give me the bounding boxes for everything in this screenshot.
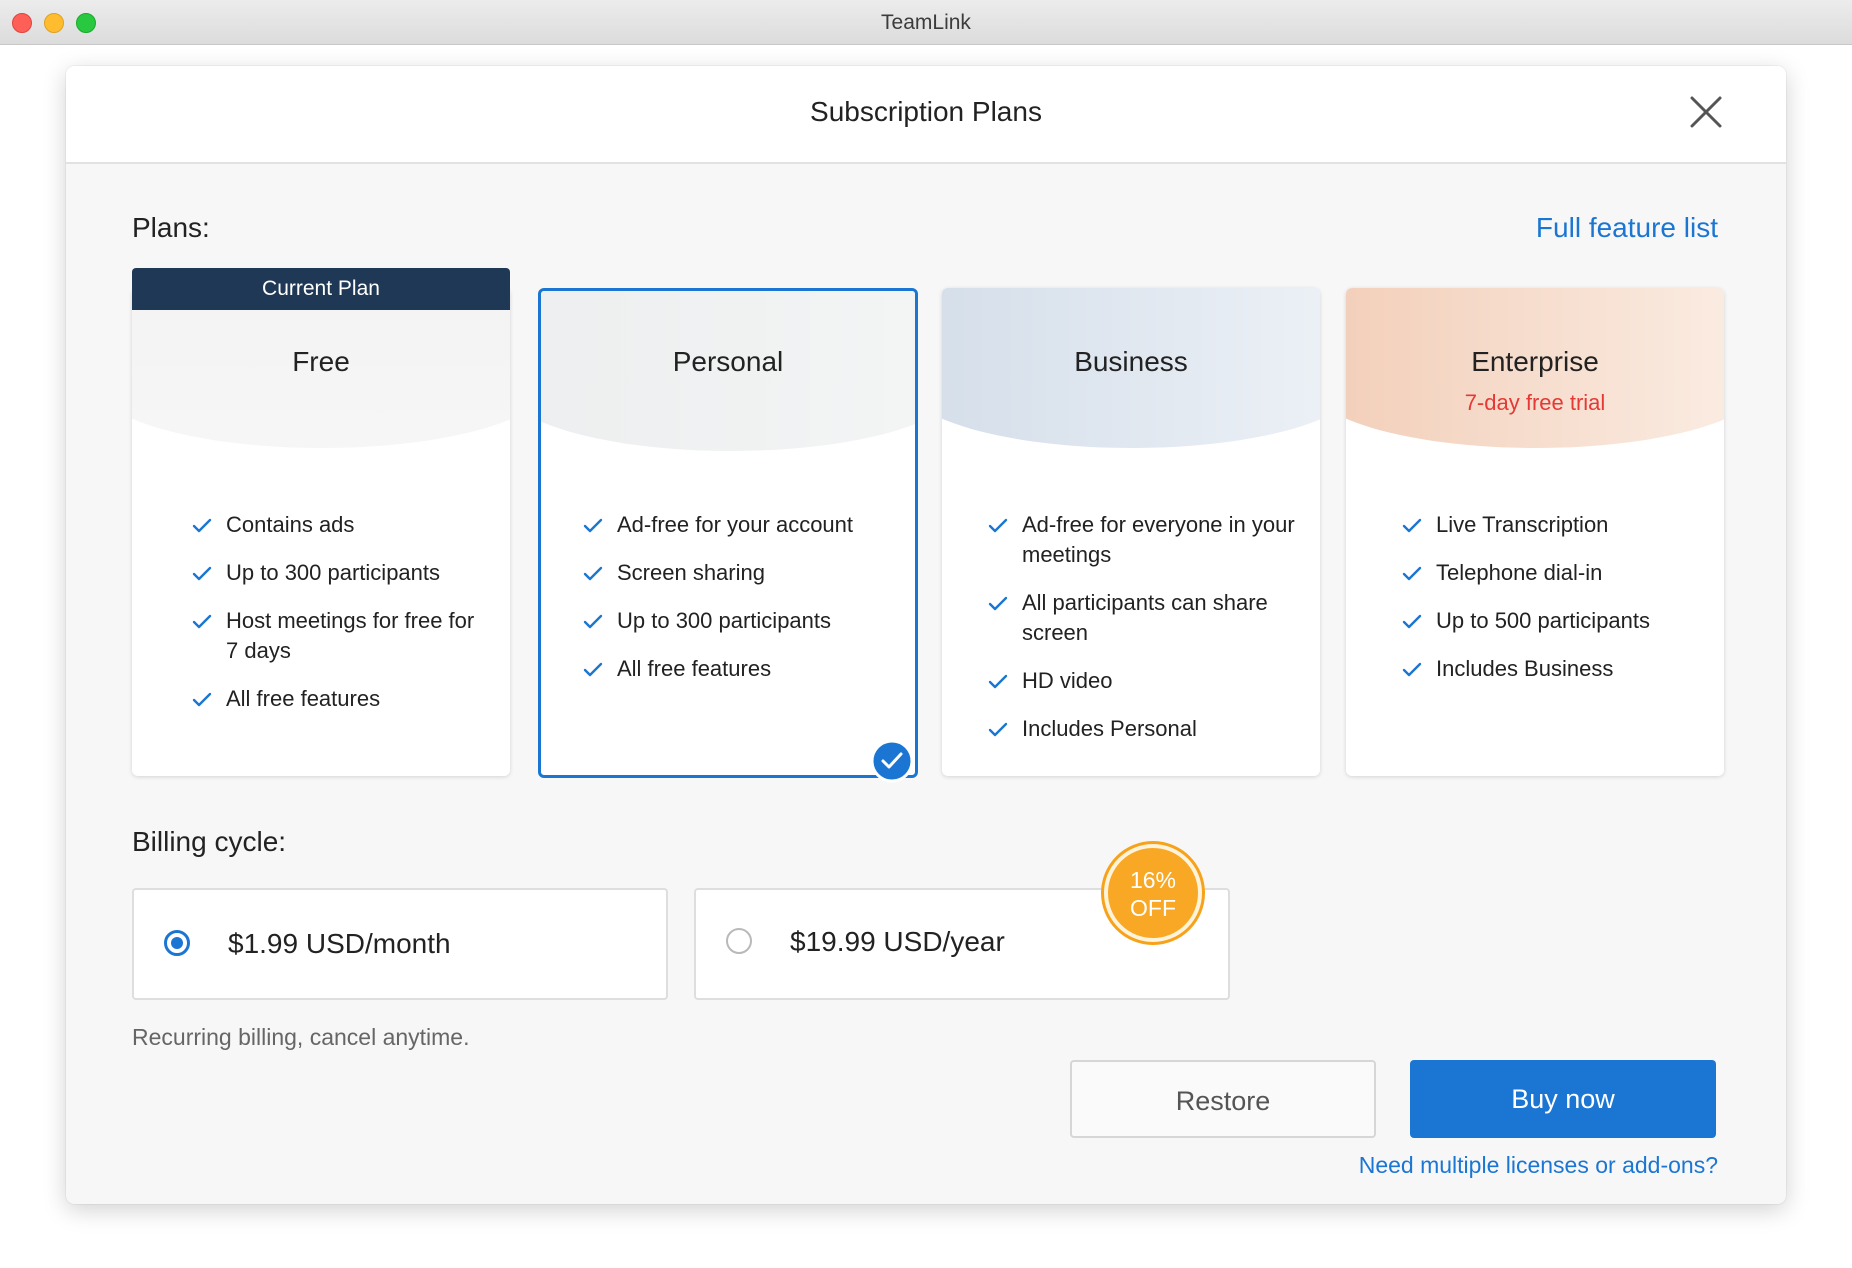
- billing-option-monthly[interactable]: $1.99 USD/month: [132, 888, 668, 1000]
- yearly-unit: USD/year: [883, 926, 1005, 957]
- plan-name: Business: [1074, 346, 1188, 377]
- feature-text: Ad-free for your account: [617, 512, 854, 537]
- feature-text: All free features: [226, 686, 381, 711]
- check-icon: [1402, 518, 1422, 533]
- feature-list: Contains ads Up to 300 participants Host m…: [192, 510, 492, 732]
- feature-item: Ad-free for everyone in your meetings: [988, 510, 1298, 570]
- feature-text: Up to 300 participants: [226, 560, 441, 585]
- feature-text: Includes Business: [1436, 656, 1614, 681]
- billing-cycle-label: Billing cycle:: [132, 826, 287, 857]
- check-icon: [1402, 566, 1422, 581]
- selected-check-icon: [870, 739, 914, 788]
- check-icon: [1402, 662, 1422, 677]
- subscription-dialog: Subscription Plans Plans: Full feature l…: [66, 66, 1786, 1204]
- feature-item: Up to 500 participants: [1402, 606, 1712, 636]
- feature-item: Telephone dial-in: [1402, 558, 1712, 588]
- check-icon: [988, 518, 1008, 533]
- feature-item: Host meetings for free for 7 days: [192, 606, 492, 666]
- check-icon: [192, 692, 212, 707]
- check-icon: [192, 518, 212, 533]
- feature-text: HD video: [1022, 668, 1113, 693]
- feature-item: Live Transcription: [1402, 510, 1712, 540]
- feature-item: Includes Personal: [988, 714, 1298, 744]
- feature-item: Ad-free for your account: [583, 510, 903, 540]
- monthly-price: $1.99 USD/month: [228, 928, 451, 960]
- feature-item: All free features: [583, 654, 903, 684]
- check-icon: [583, 566, 603, 581]
- feature-text: Host meetings for free for 7 days: [226, 608, 475, 663]
- current-plan-badge: Current Plan: [132, 268, 510, 310]
- feature-text: Up to 500 participants: [1436, 608, 1651, 633]
- feature-text: Up to 300 participants: [617, 608, 832, 633]
- plan-name: Free: [292, 346, 350, 377]
- buy-now-button[interactable]: Buy now: [1410, 1060, 1716, 1138]
- restore-button[interactable]: Restore: [1070, 1060, 1376, 1138]
- yearly-amount: $19.99: [790, 926, 876, 957]
- feature-text: All participants can share screen: [1022, 590, 1268, 645]
- check-icon: [988, 722, 1008, 737]
- monthly-radio[interactable]: [164, 930, 190, 956]
- feature-item: Includes Business: [1402, 654, 1712, 684]
- check-icon: [988, 596, 1008, 611]
- window-title: TeamLink: [881, 11, 971, 34]
- discount-off: OFF: [1130, 895, 1176, 921]
- yearly-price: $19.99 USD/year: [790, 926, 1005, 958]
- dialog-title: Subscription Plans: [810, 96, 1042, 127]
- plan-name: Enterprise: [1471, 346, 1599, 377]
- feature-item: HD video: [988, 666, 1298, 696]
- feature-list: Ad-free for everyone in your meetings All…: [988, 510, 1298, 762]
- check-icon: [192, 614, 212, 629]
- billing-note: Recurring billing, cancel anytime.: [132, 1024, 470, 1050]
- plan-name: Personal: [672, 346, 784, 377]
- check-icon: [583, 662, 603, 677]
- plan-card-free[interactable]: Free Contains ads Up to 300 participants H…: [132, 288, 510, 776]
- feature-text: Live Transcription: [1436, 512, 1609, 537]
- plans-label: Plans:: [132, 212, 210, 243]
- check-icon: [583, 614, 603, 629]
- check-icon: [1402, 614, 1422, 629]
- feature-text: Telephone dial-in: [1436, 560, 1603, 585]
- plan-card-business[interactable]: Business Ad-free for everyone in your me…: [942, 288, 1320, 776]
- monthly-amount: $1.99: [228, 928, 299, 959]
- feature-text: All free features: [617, 656, 772, 681]
- feature-list: Live Transcription Telephone dial-in Up to…: [1402, 510, 1712, 702]
- feature-item: Screen sharing: [583, 558, 903, 588]
- dialog-header: Subscription Plans: [66, 66, 1786, 164]
- check-icon: [583, 518, 603, 533]
- plan-card-personal[interactable]: Personal Ad-free for your account Screen …: [538, 288, 918, 778]
- feature-list: Ad-free for your account Screen sharing Up…: [583, 510, 903, 702]
- feature-text: Ad-free for everyone in your meetings: [1022, 512, 1295, 567]
- feature-item: Up to 300 participants: [192, 558, 492, 588]
- feature-item: All free features: [192, 684, 492, 714]
- plan-card-enterprise[interactable]: Enterprise 7-day free trial Live Transcr…: [1346, 288, 1724, 776]
- close-icon[interactable]: [1688, 94, 1724, 130]
- multiple-licenses-link[interactable]: Need multiple licenses or add-ons?: [1359, 1152, 1718, 1179]
- feature-text: Contains ads: [226, 512, 355, 537]
- trial-label: 7-day free trial: [1464, 390, 1606, 415]
- feature-item: Contains ads: [192, 510, 492, 540]
- check-icon: [192, 566, 212, 581]
- window-titlebar: TeamLink: [0, 0, 1852, 45]
- discount-percent: 16%: [1129, 867, 1177, 893]
- check-icon: [988, 674, 1008, 689]
- feature-text: Screen sharing: [617, 560, 765, 585]
- discount-badge: 16% OFF: [1104, 844, 1202, 942]
- feature-item: Up to 300 participants: [583, 606, 903, 636]
- feature-text: Includes Personal: [1022, 716, 1197, 741]
- monthly-unit: USD/month: [305, 928, 451, 959]
- feature-item: All participants can share screen: [988, 588, 1298, 648]
- full-feature-list-link[interactable]: Full feature list: [1536, 212, 1718, 244]
- yearly-radio[interactable]: [726, 928, 752, 954]
